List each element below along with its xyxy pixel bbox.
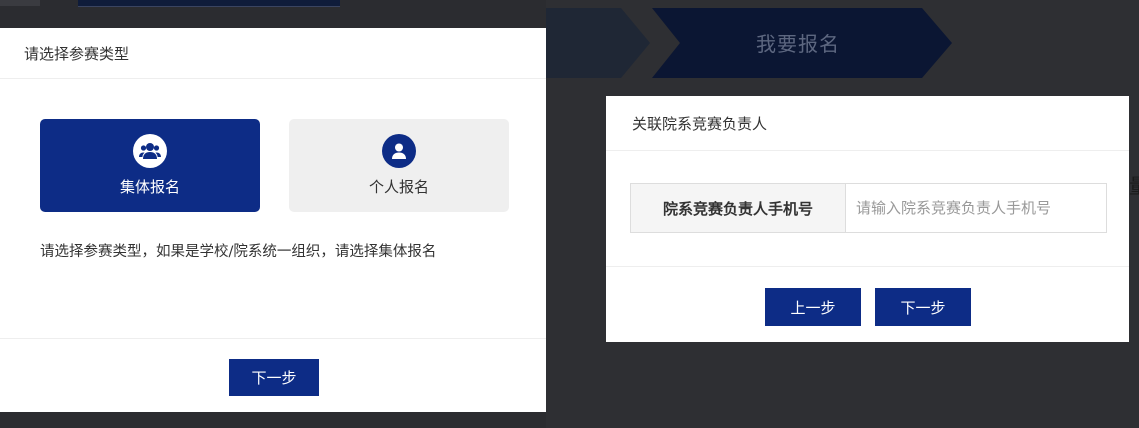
dialog-title: 关联院系竞赛负责人 [606,96,1129,151]
option-label: 集体报名 [119,178,180,196]
cropped-text-fragment: 量 [1129,170,1139,199]
dialog-footer: 上一步 下一步 [606,266,1129,343]
user-icon [382,134,416,168]
group-registration-option[interactable]: 集体报名 [40,119,260,212]
prev-step-button[interactable]: 上一步 [765,288,861,326]
participation-type-dialog: 请选择参赛类型 集体报名 个人报名 请选择参赛类型，如果是学校/院系统一组织，请… [0,28,546,412]
leader-phone-field-group: 院系竞赛负责人手机号 [630,183,1107,233]
step-title: 我要报名 [756,32,840,56]
phone-label: 院系竞赛负责人手机号 [631,184,846,232]
step-bar-fragment [0,0,40,6]
link-department-leader-dialog: 关联院系竞赛负责人 院系竞赛负责人手机号 上一步 下一步 [606,96,1129,342]
step-chevron-previous [546,8,650,78]
step-bar-fragment [78,0,340,7]
group-icon [133,134,167,168]
next-step-button[interactable]: 下一步 [229,359,319,396]
leader-phone-input[interactable] [846,184,1106,232]
next-step-button[interactable]: 下一步 [875,288,971,326]
dialog-footer: 下一步 [0,338,546,413]
hint-text: 请选择参赛类型，如果是学校/院系统一组织，请选择集体报名 [40,244,437,260]
individual-registration-option[interactable]: 个人报名 [289,119,509,212]
option-label: 个人报名 [368,178,429,196]
dialog-title: 请选择参赛类型 [0,28,546,79]
